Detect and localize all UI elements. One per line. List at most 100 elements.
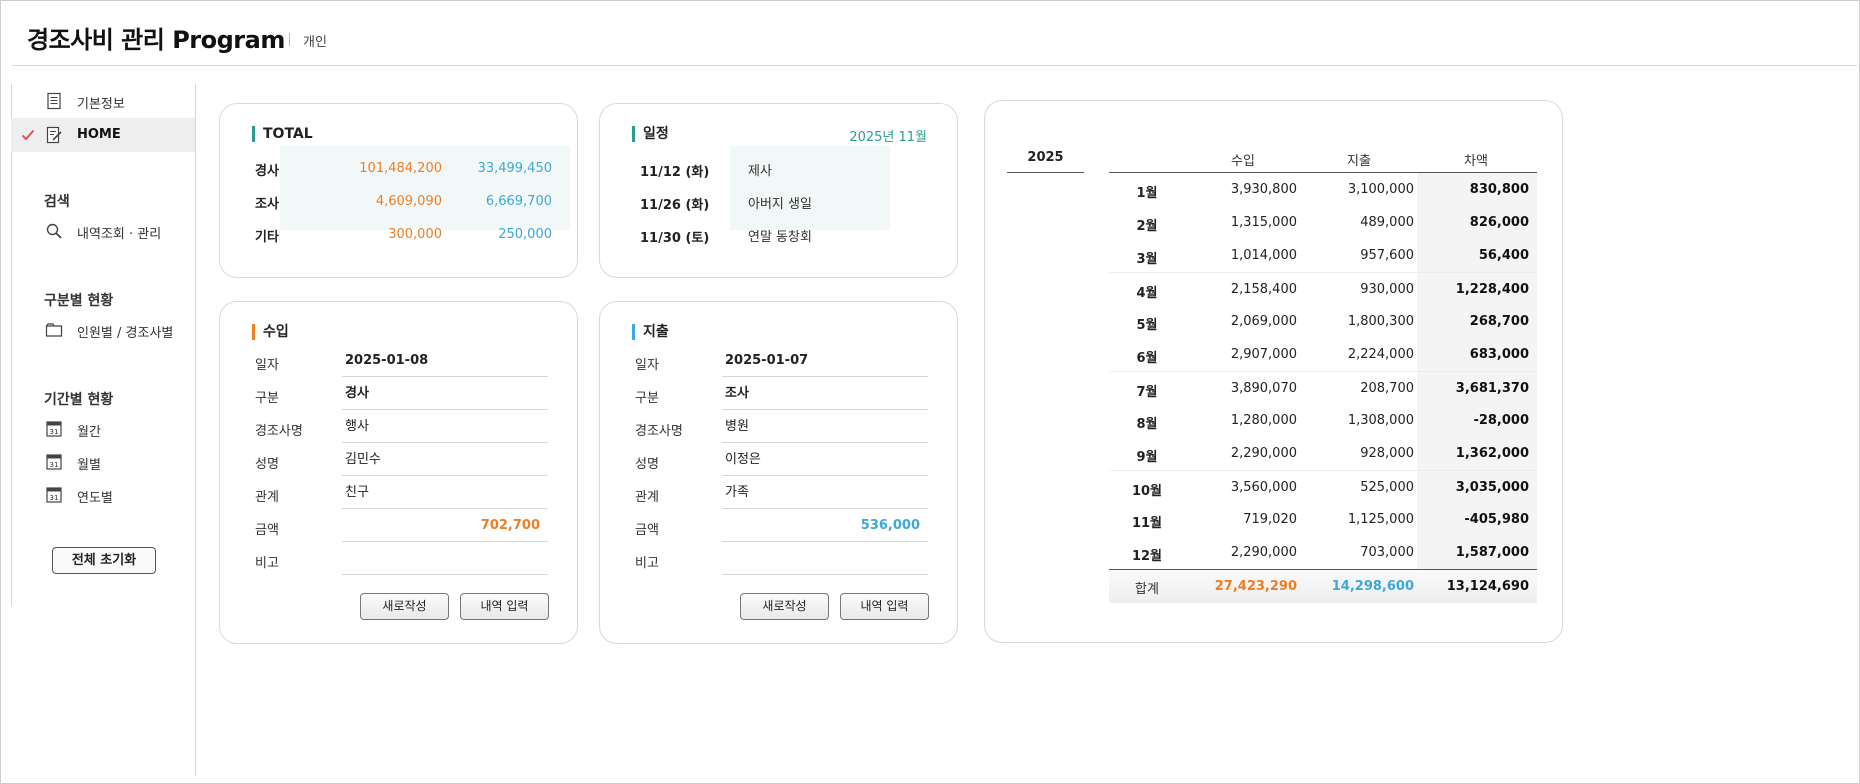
app-subtitle: 개인	[303, 35, 327, 50]
sidebar-item-by-month[interactable]: 31 월별	[11, 445, 195, 479]
sidebar: 기본정보 HOME 검색 내역조회 · 관리 구분별 현황 인원별 / 경조사별…	[11, 84, 196, 776]
row-diff: 830,800	[1469, 182, 1529, 197]
income-panel: 수입 일자 2025-01-08 구분 경사 경조사명 행사 성명 김민수 관계…	[219, 301, 578, 644]
income-name-field[interactable]: 김민수	[342, 451, 548, 476]
expense-event-row: 경조사명 병원	[632, 410, 932, 443]
field-label: 일자	[255, 358, 279, 373]
year-label: 2025	[1007, 149, 1084, 173]
row-income: 2,158,400	[1230, 282, 1297, 297]
row-diff: 268,700	[1469, 314, 1529, 329]
income-amount-row: 금액 702,700	[252, 509, 552, 542]
row-income: 2,290,000	[1230, 545, 1297, 560]
expense-date-row: 일자 2025-01-07	[632, 344, 932, 377]
table-row: 5월 2,069,000 1,800,300 268,700	[1109, 305, 1537, 338]
row-month: 9월	[1136, 450, 1158, 465]
total-row-income: 4,609,090	[375, 194, 442, 209]
table-row: 8월 1,280,000 1,308,000 -28,000	[1109, 404, 1537, 437]
schedule-event: 제사	[748, 164, 772, 179]
income-relation-row: 관계 친구	[252, 476, 552, 509]
total-row: 경사 101,484,200 33,499,450	[252, 154, 572, 182]
expense-note-row: 비고	[632, 542, 932, 575]
sidebar-item-home[interactable]: HOME	[11, 118, 195, 152]
row-expense: 957,600	[1360, 248, 1414, 263]
expense-event-field[interactable]: 병원	[722, 418, 928, 443]
row-month: 5월	[1136, 318, 1158, 333]
income-name-row: 성명 김민수	[252, 443, 552, 476]
expense-date-field[interactable]: 2025-01-07	[722, 352, 928, 377]
total-row-label: 조사	[255, 197, 279, 212]
expense-amount-field[interactable]: 536,000	[722, 517, 928, 542]
schedule-month: 2025년 11월	[849, 130, 927, 145]
income-event-field[interactable]: 행사	[342, 418, 548, 443]
income-amount-field[interactable]: 702,700	[342, 517, 548, 542]
income-note-field[interactable]	[342, 550, 548, 575]
section-title-search: 검색	[44, 194, 70, 210]
income-category-field[interactable]: 경사	[342, 385, 548, 410]
app-title: 경조사비 관리 Program	[27, 26, 285, 54]
schedule-row: 11/26 (화) 아버지 생일	[632, 187, 892, 215]
reset-all-button[interactable]: 전체 초기화	[52, 547, 156, 574]
document-icon	[47, 92, 61, 110]
row-diff: 1,228,400	[1455, 282, 1529, 297]
field-label: 관계	[635, 490, 659, 505]
row-diff: 1,587,000	[1455, 545, 1529, 560]
field-label: 비고	[635, 556, 659, 571]
svg-text:31: 31	[50, 461, 59, 469]
sidebar-item-label: 내역조회 · 관리	[77, 227, 162, 242]
total-row: 기타 300,000 250,000	[252, 220, 572, 248]
expense-submit-button[interactable]: 내역 입력	[840, 593, 929, 620]
expense-name-field[interactable]: 이정은	[722, 451, 928, 476]
sidebar-item-history-search[interactable]: 내역조회 · 관리	[11, 214, 195, 248]
total-row: 조사 4,609,090 6,669,700	[252, 187, 572, 215]
income-date-field[interactable]: 2025-01-08	[342, 352, 548, 377]
table-row: 7월 3,890,070 208,700 3,681,370	[1109, 371, 1537, 405]
field-label: 금액	[635, 523, 659, 538]
expense-note-field[interactable]	[722, 550, 928, 575]
sidebar-item-label: 월간	[77, 425, 101, 440]
row-diff: -405,980	[1464, 512, 1529, 527]
field-label: 경조사명	[255, 424, 303, 439]
header-income: 수입	[1231, 154, 1255, 169]
expense-new-button[interactable]: 새로작성	[740, 593, 829, 620]
section-title-by-period: 기간별 현황	[44, 392, 114, 408]
header-diff: 차액	[1464, 154, 1488, 169]
header-expense: 지출	[1347, 154, 1371, 169]
expense-relation-field[interactable]: 가족	[722, 484, 928, 509]
row-month: 12월	[1131, 549, 1163, 564]
sidebar-item-basic-info[interactable]: 기본정보	[11, 84, 195, 118]
row-expense: 2,224,000	[1347, 347, 1414, 362]
yearly-total-row: 합계 27,423,290 14,298,600 13,124,690	[1109, 569, 1537, 603]
row-month: 2월	[1136, 219, 1158, 234]
row-month: 1월	[1136, 186, 1158, 201]
sidebar-item-monthly[interactable]: 31 월간	[11, 412, 195, 446]
row-month: 4월	[1136, 286, 1158, 301]
row-expense: 3,100,000	[1347, 182, 1414, 197]
income-new-button[interactable]: 새로작성	[360, 593, 449, 620]
row-diff: 683,000	[1469, 347, 1529, 362]
section-title-by-category: 구분별 현황	[44, 293, 114, 309]
row-expense: 525,000	[1360, 480, 1414, 495]
expense-category-field[interactable]: 조사	[722, 385, 928, 410]
income-submit-button[interactable]: 내역 입력	[460, 593, 549, 620]
schedule-title: 일정	[632, 126, 669, 142]
schedule-date: 11/30 (토)	[640, 231, 710, 246]
row-income: 3,890,070	[1230, 381, 1297, 396]
table-row: 3월 1,014,000 957,600 56,400	[1109, 239, 1537, 272]
schedule-event: 연말 동창회	[748, 230, 812, 245]
sidebar-item-label: 인원별 / 경조사별	[77, 326, 174, 341]
total-label: 합계	[1135, 582, 1159, 597]
table-row: 2월 1,315,000 489,000 826,000	[1109, 206, 1537, 239]
sidebar-item-by-person[interactable]: 인원별 / 경조사별	[11, 313, 195, 347]
sidebar-item-by-year[interactable]: 31 연도별	[11, 478, 195, 512]
row-income: 2,907,000	[1230, 347, 1297, 362]
table-row: 9월 2,290,000 928,000 1,362,000	[1109, 437, 1537, 470]
row-diff: 56,400	[1478, 248, 1529, 263]
income-relation-field[interactable]: 친구	[342, 484, 548, 509]
income-event-row: 경조사명 행사	[252, 410, 552, 443]
total-row-expense: 250,000	[498, 227, 552, 242]
field-label: 구분	[635, 391, 659, 406]
row-month: 3월	[1136, 252, 1158, 267]
yearly-panel: 2025 수입 지출 차액 1월 3,930,800 3,100,000 830…	[984, 100, 1563, 643]
row-income: 719,020	[1243, 512, 1297, 527]
expense-category-row: 구분 조사	[632, 377, 932, 410]
